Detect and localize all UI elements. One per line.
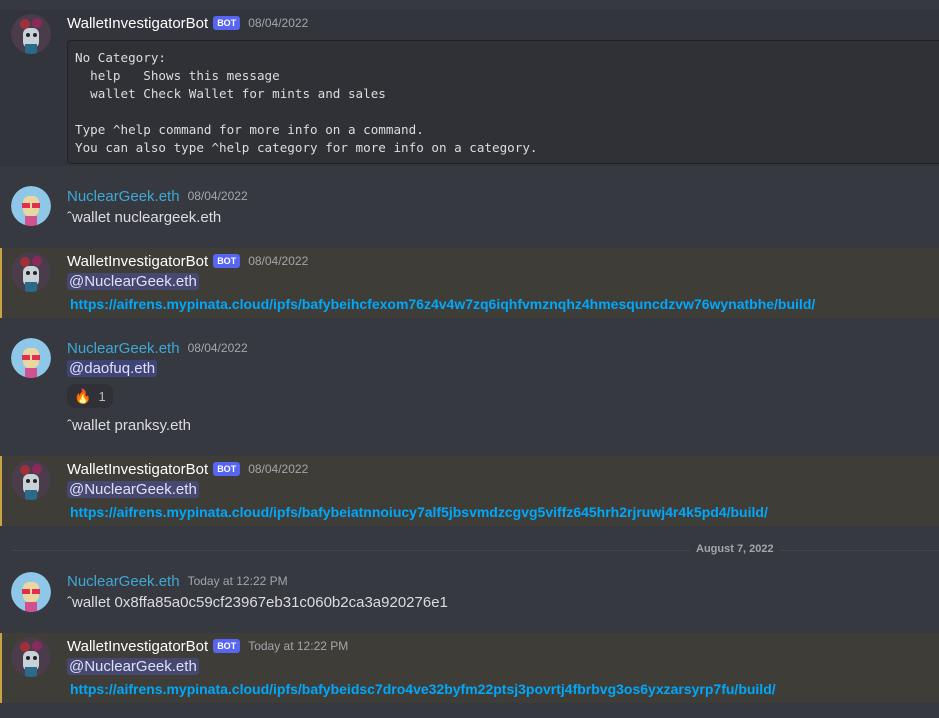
reaction-count: 1: [98, 388, 106, 404]
bot-avatar[interactable]: [11, 637, 51, 677]
fire-icon: 🔥: [74, 387, 92, 404]
date-divider-label: August 7, 2022: [690, 543, 780, 555]
message-bot-help: WalletInvestigatorBot BOT 08/04/2022 No …: [0, 10, 939, 166]
message-user-2: NuclearGeek.eth 08/04/2022 @daofuq.eth 🔥…: [0, 332, 939, 442]
author-name[interactable]: WalletInvestigatorBot: [67, 15, 208, 32]
bot-avatar[interactable]: [11, 460, 51, 500]
bot-avatar[interactable]: [11, 14, 51, 54]
message-text: ˆwallet nucleargeek.eth: [67, 209, 222, 226]
message-text: ˆwallet pranksy.eth: [67, 417, 191, 434]
user-mention[interactable]: @NuclearGeek.eth: [67, 481, 199, 498]
bot-badge: BOT: [213, 639, 241, 653]
timestamp: 08/04/2022: [187, 189, 248, 203]
user-avatar[interactable]: [11, 338, 51, 378]
message-user-3: NuclearGeek.eth Today at 12:22 PM ˆwalle…: [0, 566, 939, 624]
message-text: ˆwallet 0x8ffa85a0c59cf23967eb31c060b2ca…: [67, 594, 448, 611]
code-block: No Category: help Shows this message wal…: [67, 40, 939, 164]
author-name[interactable]: WalletInvestigatorBot: [67, 461, 208, 478]
user-mention[interactable]: @daofuq.eth: [67, 360, 158, 377]
message-bot-reply-3: WalletInvestigatorBot BOT Today at 12:22…: [0, 633, 939, 703]
top-strip: [0, 0, 939, 10]
user-mention[interactable]: @NuclearGeek.eth: [67, 273, 199, 290]
author-name[interactable]: WalletInvestigatorBot: [67, 638, 208, 655]
author-name[interactable]: WalletInvestigatorBot: [67, 253, 208, 270]
bot-badge: BOT: [213, 254, 241, 268]
author-name[interactable]: NuclearGeek.eth: [67, 188, 180, 205]
message-user-1: NuclearGeek.eth 08/04/2022 ˆwallet nucle…: [0, 180, 939, 240]
bot-badge: BOT: [213, 16, 241, 30]
date-divider: [12, 550, 939, 551]
fire-reaction[interactable]: 🔥 1: [67, 384, 113, 408]
timestamp: Today at 12:22 PM: [248, 639, 349, 653]
user-mention[interactable]: @NuclearGeek.eth: [67, 658, 199, 675]
user-avatar[interactable]: [11, 186, 51, 226]
message-bot-reply-2: WalletInvestigatorBot BOT 08/04/2022 @Nu…: [0, 456, 939, 526]
build-link[interactable]: https://aifrens.mypinata.cloud/ipfs/bafy…: [70, 504, 768, 520]
bot-avatar[interactable]: [11, 252, 51, 292]
bot-badge: BOT: [213, 462, 241, 476]
timestamp: Today at 12:22 PM: [187, 574, 288, 588]
author-name[interactable]: NuclearGeek.eth: [67, 340, 180, 357]
timestamp: 08/04/2022: [248, 254, 309, 268]
build-link[interactable]: https://aifrens.mypinata.cloud/ipfs/bafy…: [70, 296, 815, 312]
message-bot-reply-1: WalletInvestigatorBot BOT 08/04/2022 @Nu…: [0, 248, 939, 318]
timestamp: 08/04/2022: [248, 16, 309, 30]
build-link[interactable]: https://aifrens.mypinata.cloud/ipfs/bafy…: [70, 681, 776, 697]
user-avatar[interactable]: [11, 572, 51, 612]
timestamp: 08/04/2022: [187, 341, 248, 355]
timestamp: 08/04/2022: [248, 462, 309, 476]
author-name[interactable]: NuclearGeek.eth: [67, 573, 180, 590]
